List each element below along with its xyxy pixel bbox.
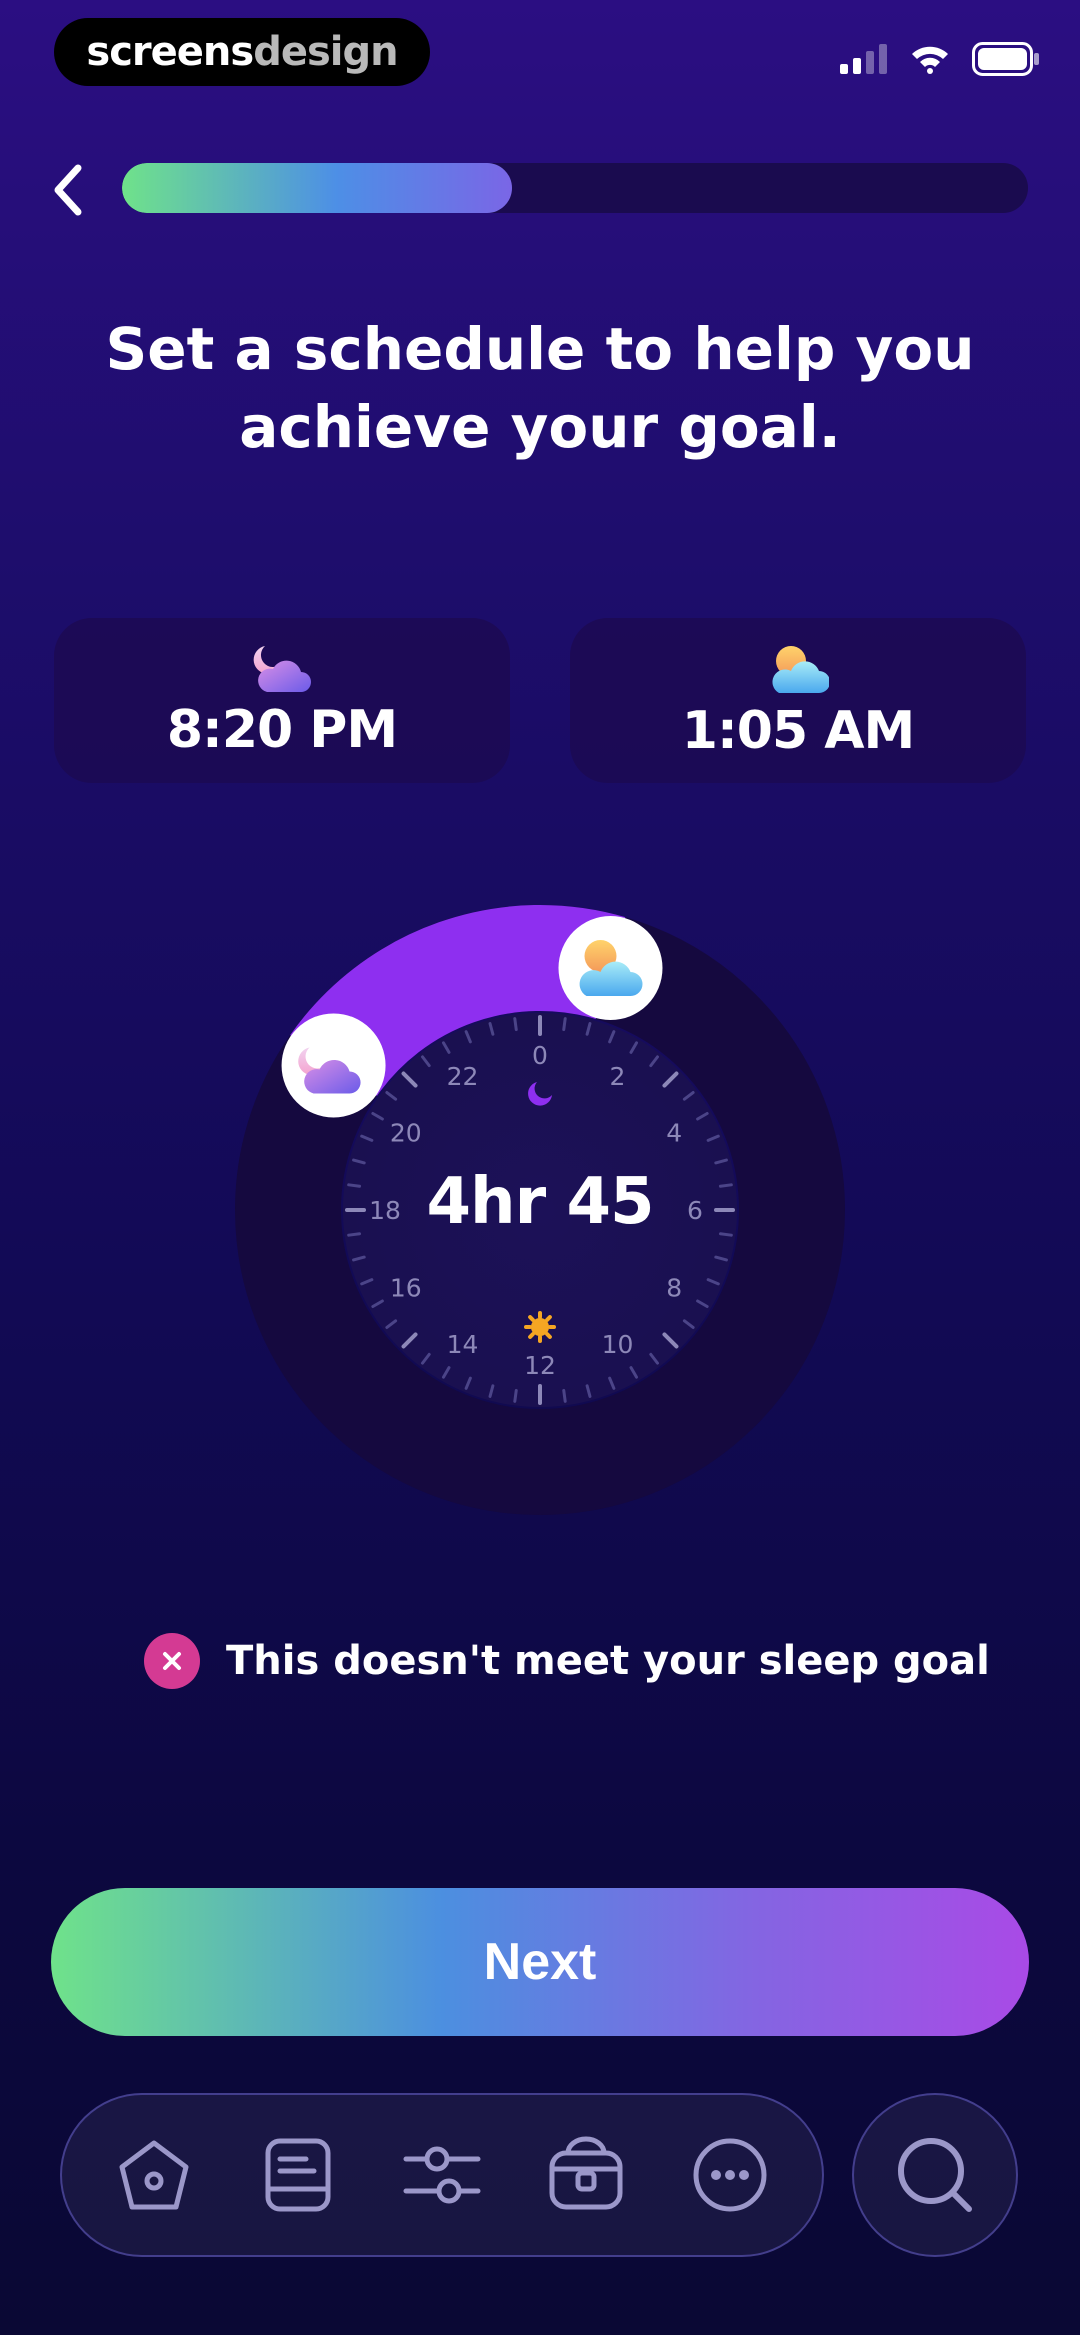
wakeup-handle[interactable] bbox=[558, 916, 663, 1021]
search-button[interactable] bbox=[852, 2093, 1018, 2257]
close-icon bbox=[163, 1652, 181, 1670]
dial-tick bbox=[562, 1017, 567, 1032]
dial-tick bbox=[513, 1017, 518, 1032]
tab-journal[interactable] bbox=[248, 2125, 348, 2225]
sun-ray bbox=[545, 1315, 552, 1322]
sliders-icon bbox=[403, 2146, 481, 2204]
bedtime-handle[interactable] bbox=[281, 1013, 386, 1118]
dial-hour-label: 16 bbox=[390, 1274, 422, 1303]
lock-box-icon bbox=[549, 2136, 623, 2210]
dial-tick bbox=[513, 1388, 518, 1403]
sleep-goal-warning: This doesn't meet your sleep goal bbox=[144, 1633, 990, 1689]
next-button[interactable]: Next bbox=[51, 1888, 1029, 2036]
warning-badge bbox=[144, 1633, 200, 1689]
dial-hour-label: 2 bbox=[610, 1062, 626, 1091]
dial-hour-label: 4 bbox=[666, 1119, 682, 1148]
more-icon bbox=[693, 2138, 767, 2212]
sun-ray bbox=[528, 1315, 535, 1322]
sleep-duration: 4hr 45 bbox=[426, 1165, 655, 1239]
tab-home[interactable] bbox=[104, 2125, 204, 2225]
sleep-dial[interactable]: 0246810121416182022 bbox=[0, 0, 1080, 1560]
search-icon bbox=[898, 2138, 972, 2212]
dial-hour-label: 8 bbox=[666, 1274, 682, 1303]
journal-icon bbox=[265, 2138, 331, 2212]
sun-ray bbox=[545, 1332, 552, 1339]
dial-sun-icon bbox=[524, 1311, 556, 1343]
dial-hour-label: 12 bbox=[524, 1351, 556, 1380]
sun-ray bbox=[528, 1332, 535, 1339]
dial-hour-label: 0 bbox=[532, 1041, 548, 1070]
bottom-tab-bar bbox=[60, 2093, 824, 2257]
dial-tick bbox=[562, 1388, 567, 1403]
warning-message: This doesn't meet your sleep goal bbox=[226, 1638, 990, 1684]
dial-hour-label: 20 bbox=[390, 1119, 422, 1148]
dial-hour-label: 22 bbox=[447, 1062, 479, 1091]
tab-adjust[interactable] bbox=[392, 2125, 492, 2225]
dial-hour-label: 10 bbox=[602, 1330, 634, 1359]
tab-vault[interactable] bbox=[536, 2125, 636, 2225]
dial-hour-label: 14 bbox=[447, 1330, 479, 1359]
home-icon bbox=[119, 2140, 189, 2210]
tab-more[interactable] bbox=[680, 2125, 780, 2225]
